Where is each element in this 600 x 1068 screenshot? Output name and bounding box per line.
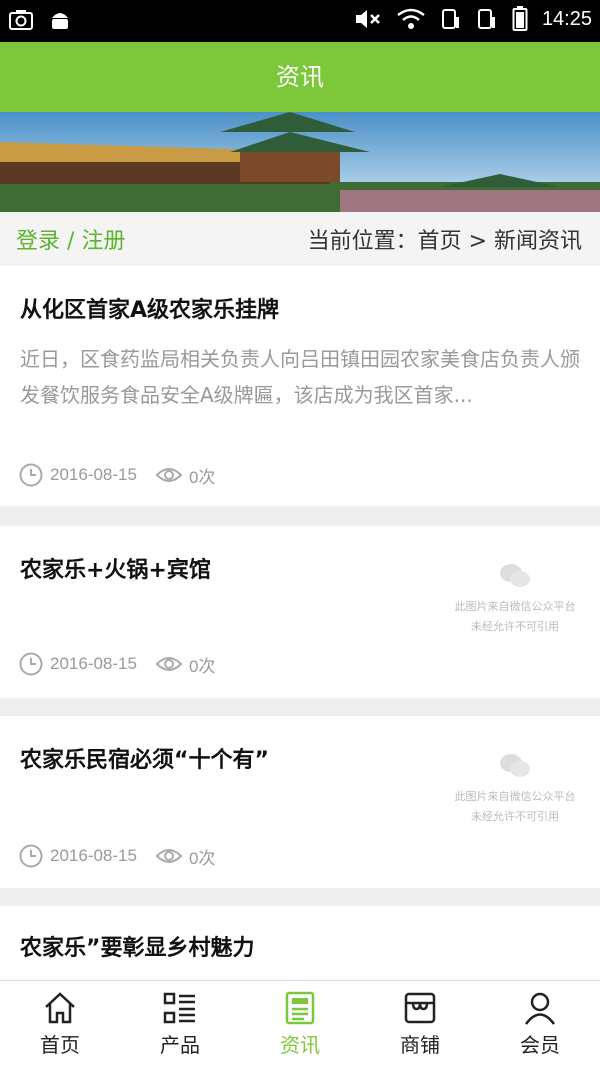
eye-icon xyxy=(155,849,183,863)
article-views: 0次 xyxy=(188,848,216,868)
auth-links: 登录 / 注册 xyxy=(16,223,125,255)
bottom-tab-bar: 首页 产品 资讯 商铺 会员 xyxy=(0,980,600,1068)
article-title[interactable]: 农家乐+火锅+宾馆 xyxy=(20,552,211,584)
eye-icon xyxy=(155,657,183,671)
article-views: 0次 xyxy=(188,467,216,487)
article-date: 2016-08-15 xyxy=(50,654,137,673)
article-title[interactable]: 农家乐”要彰显乡村魅力 xyxy=(20,930,254,962)
list-grid-icon xyxy=(163,992,195,1024)
breadcrumb-row: 登录 / 注册 当前位置：首页 > 新闻资讯 xyxy=(0,212,600,266)
article-views: 0次 xyxy=(188,656,216,676)
tab-news[interactable]: 资讯 xyxy=(240,981,360,1068)
eye-icon xyxy=(155,468,183,482)
home-icon xyxy=(45,992,75,1024)
clock-icon xyxy=(19,652,43,676)
article-item[interactable]: 农家乐”要彰显乡村魅力 xyxy=(0,906,600,980)
shop-icon xyxy=(404,992,436,1024)
clock-icon xyxy=(19,463,43,487)
article-item[interactable]: 从化区首家A级农家乐挂牌 近日，区食药监局相关负责人向吕田镇田园农家美食店负责人… xyxy=(0,266,600,506)
tab-shops[interactable]: 商铺 xyxy=(360,981,480,1068)
sim1-signal-icon xyxy=(441,9,459,29)
news-icon xyxy=(285,991,315,1025)
battery-icon xyxy=(512,6,528,31)
tab-label: 资讯 xyxy=(280,1033,320,1057)
clock-icon xyxy=(19,844,43,868)
thumb-caption-2: 未经允许不可引用 xyxy=(471,620,559,633)
article-date: 2016-08-15 xyxy=(50,465,137,484)
article-item[interactable]: 农家乐民宿必须“十个有” 此图片来自微信公众平台 未经允许不可引用 2016-0… xyxy=(0,716,600,888)
sim2-signal-icon xyxy=(477,9,495,29)
article-thumbnail: 此图片来自微信公众平台 未经允许不可引用 xyxy=(430,562,600,672)
wechat-icon xyxy=(500,564,530,587)
status-bar: 14:25 xyxy=(0,0,600,42)
page-title: 资讯 xyxy=(0,42,600,112)
android-icon xyxy=(52,13,68,29)
clock: 14:25 xyxy=(541,7,592,30)
tab-label: 会员 xyxy=(520,1033,560,1057)
tab-products[interactable]: 产品 xyxy=(120,981,240,1068)
banner-image[interactable] xyxy=(0,112,600,212)
wifi-icon xyxy=(397,8,425,29)
article-title[interactable]: 农家乐民宿必须“十个有” xyxy=(20,742,269,774)
thumb-caption-1: 此图片来自微信公众平台 xyxy=(454,600,576,613)
tab-label: 商铺 xyxy=(400,1033,440,1057)
auth-separator: / xyxy=(67,229,75,254)
register-link[interactable]: 注册 xyxy=(81,229,125,254)
article-date: 2016-08-15 xyxy=(50,846,137,865)
article-title[interactable]: 从化区首家A级农家乐挂牌 xyxy=(20,292,279,324)
tab-member[interactable]: 会员 xyxy=(480,981,600,1068)
article-meta: 2016-08-15 0次 xyxy=(18,462,215,488)
breadcrumb: 当前位置：首页 > 新闻资讯 xyxy=(307,229,582,254)
tab-home[interactable]: 首页 xyxy=(0,981,120,1068)
login-link[interactable]: 登录 xyxy=(16,229,60,254)
article-item[interactable]: 农家乐+火锅+宾馆 此图片来自微信公众平台 未经允许不可引用 2016-08-1… xyxy=(0,526,600,698)
thumb-caption-2: 未经允许不可引用 xyxy=(471,810,559,823)
tab-label: 首页 xyxy=(40,1033,80,1057)
thumb-caption-1: 此图片来自微信公众平台 xyxy=(454,790,576,803)
user-icon xyxy=(524,992,556,1025)
article-thumbnail: 此图片来自微信公众平台 未经允许不可引用 xyxy=(430,752,600,862)
wechat-icon xyxy=(500,754,530,777)
article-meta: 2016-08-15 0次 xyxy=(18,843,215,869)
article-meta: 2016-08-15 0次 xyxy=(18,651,215,677)
article-summary: 近日，区食药监局相关负责人向吕田镇田园农家美食店负责人颁发餐饮服务食品安全A级牌… xyxy=(20,347,580,407)
screenshot-icon xyxy=(9,10,33,30)
tab-label: 产品 xyxy=(160,1033,200,1057)
mute-icon xyxy=(355,10,380,28)
